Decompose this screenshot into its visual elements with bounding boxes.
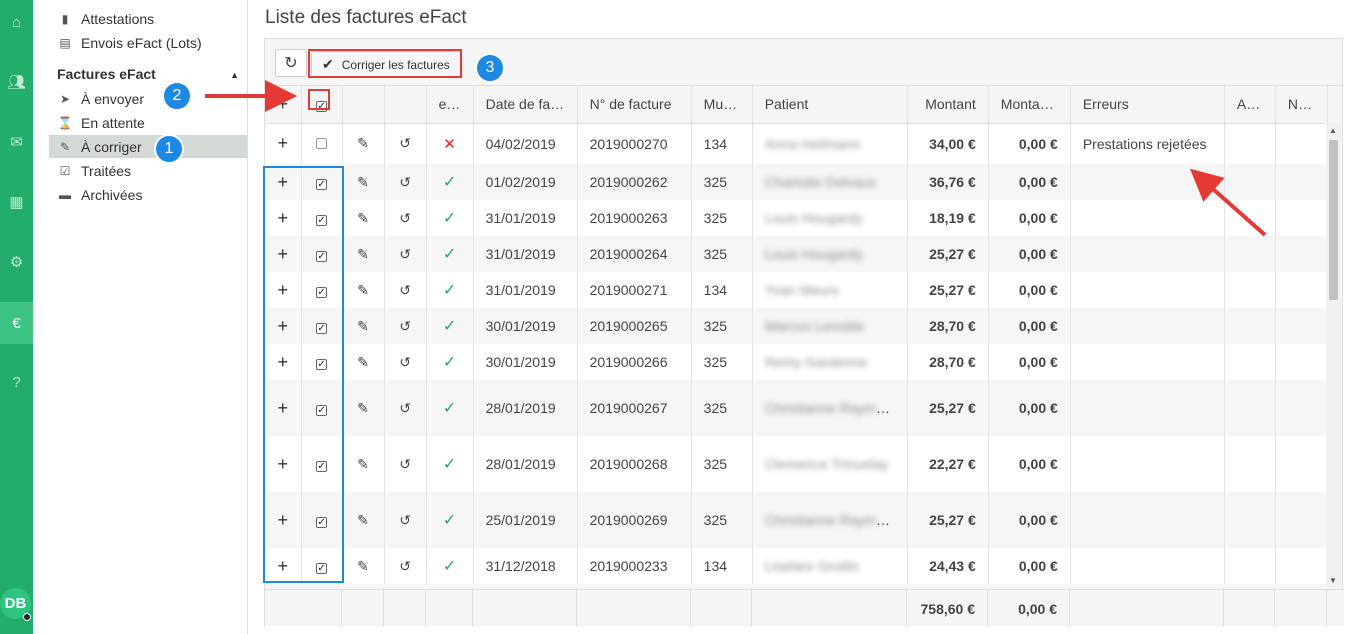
annotation-arrows: [205, 80, 1267, 237]
arrow-to-erreurs: [1190, 168, 1267, 237]
